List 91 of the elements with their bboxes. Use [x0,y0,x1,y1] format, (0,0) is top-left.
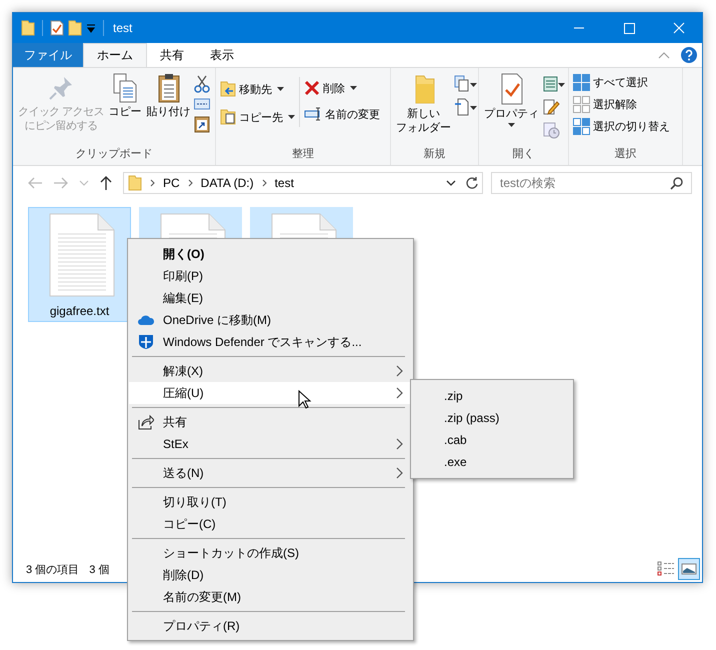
help-icon[interactable] [680,46,698,64]
group-label: クリップボード [74,146,154,162]
search-field[interactable]: testの検索 [491,172,692,194]
copy-to-button[interactable]: コピー先 [219,107,296,127]
share-icon [138,414,154,430]
menu-item[interactable]: 開く(O) [129,243,412,265]
menu-item[interactable]: 送る(N) [129,462,412,484]
menu-item[interactable]: 名前の変更(M) [129,586,412,608]
folder-icon[interactable] [21,20,35,36]
shield-icon [138,334,154,350]
checked-document-icon [498,73,524,105]
rename-icon [304,106,322,122]
menu-item[interactable]: .cab [411,429,573,451]
paste-shortcut-icon[interactable] [194,115,210,133]
status-text: 3 個の項目 [26,562,80,576]
menu-item[interactable]: Windows Defender でスキャンする... [129,331,412,353]
grid-icon [573,74,590,91]
copy-icon [112,73,138,103]
paste-button[interactable]: 貼り付け [144,71,193,121]
address-bar[interactable]: PC DATA (D:) test [123,172,462,194]
dropdown-caret-icon [508,123,515,127]
dropdown-caret-icon [350,86,357,90]
select-none-button[interactable]: 選択解除 [572,95,671,114]
menu-item[interactable]: .zip [411,385,573,407]
file-name: gigafree.txt [50,304,110,318]
copy-button[interactable]: コピー [106,71,144,121]
menu-item[interactable]: 切り取り(T) [129,491,412,513]
window-title: test [113,21,132,35]
scissors-icon[interactable] [194,75,210,93]
history-icon[interactable] [542,121,560,139]
group-label: 開く [512,147,536,162]
edit-icon[interactable] [542,98,560,116]
up-icon[interactable] [99,175,113,191]
menu-item[interactable]: 印刷(P) [129,265,412,287]
menu-item[interactable]: 圧縮(U) [129,382,412,404]
properties-button[interactable]: プロパティ [482,71,541,129]
menu-item[interactable]: コピー(C) [129,513,412,535]
cloud-icon [137,314,155,326]
search-icon[interactable] [670,176,684,190]
menu-item[interactable]: 解凍(X) [129,360,412,382]
details-view-icon[interactable] [656,560,676,578]
file-item[interactable]: gigafree.txt [28,207,131,322]
mouse-cursor-icon [298,390,312,410]
dropdown-caret-icon [277,87,284,91]
clipboard-icon [156,73,182,103]
group-label: 選択 [614,147,638,162]
large-icons-view-icon[interactable] [678,558,700,580]
notepad-icon[interactable] [542,75,566,93]
ribbon-tab[interactable]: ファイル [13,43,83,67]
rename-button[interactable]: 名前の変更 [303,105,381,123]
new-folder-icon[interactable] [68,20,82,36]
select-all-button[interactable]: すべて選択 [572,73,671,92]
new-item-icon[interactable] [454,75,478,93]
chevron-right-icon [150,179,155,187]
menu-item[interactable]: プロパティ(R) [129,615,412,637]
chevron-right-icon [188,179,193,187]
grid-icon [573,96,590,113]
menu-item[interactable]: 共有 [129,411,412,433]
menu-item[interactable]: .zip (pass) [411,407,573,429]
menu-item[interactable]: StEx [129,433,412,455]
folder-arrow-icon [220,80,236,98]
breadcrumb[interactable]: PC [163,176,180,190]
new-folder-button[interactable]: 新しい フォルダー [394,71,453,137]
refresh-button[interactable] [461,172,483,194]
dropdown-caret-icon [288,115,295,119]
menu-item[interactable]: 削除(D) [129,564,412,586]
move-to-button[interactable]: 移動先 [219,79,296,99]
easy-access-icon[interactable] [454,98,478,116]
collapse-icon[interactable] [658,51,670,59]
folder-icon [128,175,142,191]
breadcrumb[interactable]: DATA (D:) [200,176,254,190]
invert-selection-button[interactable]: 選択の切り替え [572,117,671,136]
chevron-down-icon[interactable] [446,179,456,187]
properties-icon[interactable] [50,20,64,36]
delete-x-icon [304,80,320,96]
caret-icon[interactable] [86,23,96,33]
delete-button[interactable]: 削除 [303,79,381,97]
copy-path-icon[interactable] [194,98,210,110]
menu-item[interactable]: .exe [411,451,573,473]
group-label: 新規 [422,146,446,162]
refresh-icon [464,176,478,190]
menu-item[interactable]: OneDrive に移動(M) [129,309,412,331]
folder-copy-icon [220,108,236,126]
ribbon-tab[interactable]: ホーム [83,43,147,67]
menu-item[interactable]: 編集(E) [129,287,412,309]
breadcrumb[interactable]: test [274,176,294,190]
menu-item[interactable]: ショートカットの作成(S) [129,542,412,564]
chevron-right-icon [262,179,267,187]
grid-icon [573,118,590,135]
group-label: 整理 [291,147,315,162]
status-text: 3 個 [89,562,110,576]
